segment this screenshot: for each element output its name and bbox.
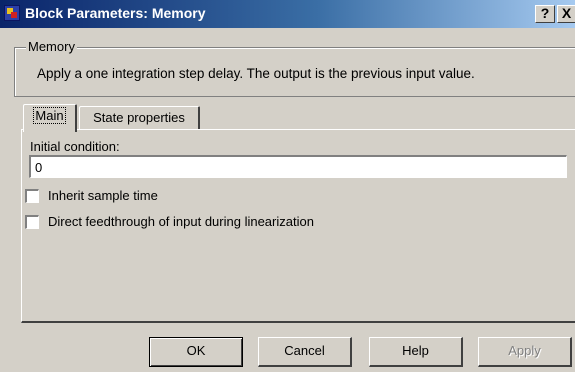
ok-button[interactable]: OK <box>149 337 243 367</box>
tab-state-properties[interactable]: State properties <box>79 106 200 130</box>
help-icon[interactable]: ? <box>535 5 555 23</box>
simulink-block-icon <box>4 5 20 21</box>
close-icon[interactable]: X <box>557 5 575 23</box>
main-tab-panel <box>21 129 575 323</box>
groupbox-label: Memory <box>26 39 77 54</box>
help-button[interactable]: Help <box>369 337 463 367</box>
cancel-button-label: Cancel <box>284 343 325 358</box>
tab-main-label: Main <box>33 107 66 124</box>
block-description: Apply a one integration step delay. The … <box>37 66 475 81</box>
apply-button-label: Apply <box>508 343 541 358</box>
tab-main[interactable]: Main <box>23 104 77 132</box>
apply-button[interactable]: Apply <box>478 337 572 367</box>
window-title: Block Parameters: Memory <box>25 5 206 21</box>
cancel-button[interactable]: Cancel <box>258 337 352 367</box>
help-button-label: Help <box>402 343 429 358</box>
block-parameters-dialog: Block Parameters: Memory ? X Memory Appl… <box>0 0 575 372</box>
ok-button-label: OK <box>186 343 206 358</box>
title-bar[interactable]: Block Parameters: Memory ? X <box>0 0 575 28</box>
